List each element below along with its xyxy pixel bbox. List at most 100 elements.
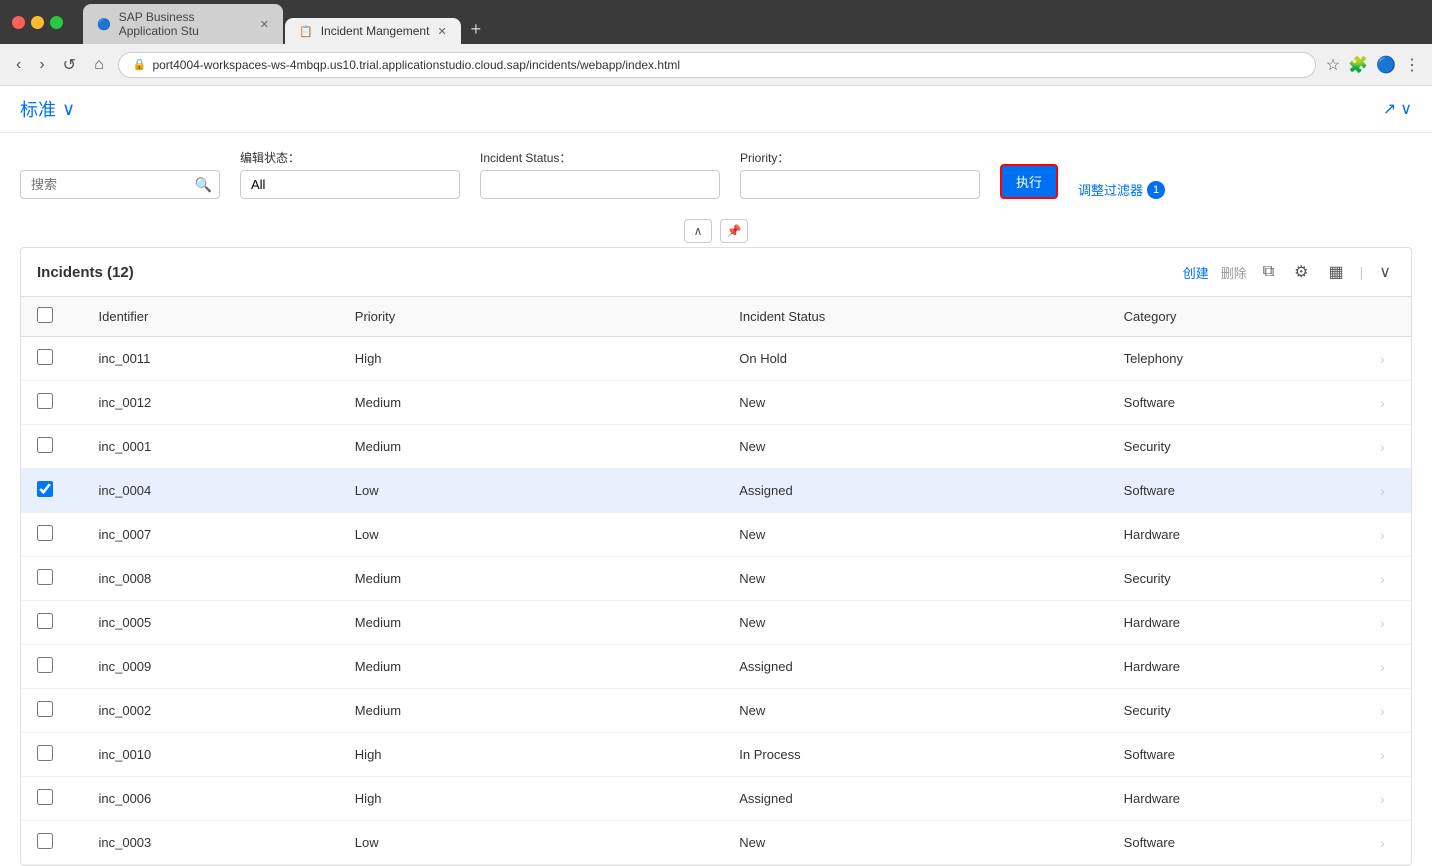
- reload-button[interactable]: ↺: [59, 51, 80, 79]
- browser-chrome: 🔵 SAP Business Application Stu ✕ 📋 Incid…: [0, 0, 1432, 44]
- edit-status-label: 编辑状态：: [240, 149, 460, 166]
- search-group: 🔍: [20, 170, 220, 199]
- col-header-priority: Priority: [339, 297, 723, 337]
- chevron-right-icon: ›: [1380, 527, 1385, 543]
- execute-button[interactable]: 执行: [1000, 164, 1058, 199]
- edit-status-select[interactable]: All Draft Published: [240, 170, 460, 199]
- new-tab-button[interactable]: +: [463, 15, 490, 44]
- row-priority: High: [339, 337, 723, 381]
- window-controls: [12, 16, 63, 29]
- table-title: Incidents (12): [37, 264, 134, 281]
- back-button[interactable]: ‹: [12, 52, 25, 78]
- top-bar: 标准 ∨ ↗ ∨: [0, 86, 1432, 133]
- extensions-icon[interactable]: 🧩: [1348, 55, 1368, 75]
- row-identifier: inc_0002: [83, 689, 339, 733]
- top-right-actions[interactable]: ↗ ∨: [1383, 99, 1412, 119]
- select-all-checkbox[interactable]: [37, 307, 53, 323]
- pin-button[interactable]: 📌: [720, 219, 748, 243]
- expand-icon-button[interactable]: ∨: [1375, 260, 1395, 284]
- row-category: Software: [1108, 733, 1364, 777]
- collapse-up-button[interactable]: ∧: [684, 219, 712, 243]
- grid-icon-button[interactable]: ▦: [1325, 260, 1348, 284]
- row-status: New: [723, 425, 1107, 469]
- table-row[interactable]: inc_0009 Medium Assigned Hardware ›: [21, 645, 1411, 689]
- row-checkbox[interactable]: [37, 701, 53, 717]
- row-checkbox[interactable]: [37, 481, 53, 497]
- row-category: Telephony: [1108, 337, 1364, 381]
- row-checkbox[interactable]: [37, 349, 53, 365]
- row-checkbox-cell: [21, 557, 83, 601]
- home-button[interactable]: ⌂: [90, 52, 108, 78]
- maximize-button[interactable]: [50, 16, 63, 29]
- tabs-bar: 🔵 SAP Business Application Stu ✕ 📋 Incid…: [83, 0, 1420, 44]
- table-row[interactable]: inc_0012 Medium New Software ›: [21, 381, 1411, 425]
- profile-icon[interactable]: 🔵: [1376, 55, 1396, 75]
- table-row[interactable]: inc_0011 High On Hold Telephony ›: [21, 337, 1411, 381]
- table-body: inc_0011 High On Hold Telephony › inc_00…: [21, 337, 1411, 865]
- row-priority: Low: [339, 469, 723, 513]
- table-row[interactable]: inc_0008 Medium New Security ›: [21, 557, 1411, 601]
- row-checkbox[interactable]: [37, 613, 53, 629]
- row-checkbox-cell: [21, 821, 83, 865]
- incident-status-select[interactable]: New Assigned On Hold In Process Resolved: [480, 170, 720, 199]
- row-priority: High: [339, 733, 723, 777]
- row-checkbox[interactable]: [37, 657, 53, 673]
- tab-incident-close[interactable]: ✕: [437, 25, 446, 38]
- app-title[interactable]: 标准 ∨: [20, 96, 75, 122]
- table-row[interactable]: inc_0005 Medium New Hardware ›: [21, 601, 1411, 645]
- table-row[interactable]: inc_0003 Low New Software ›: [21, 821, 1411, 865]
- chevron-right-icon: ›: [1380, 483, 1385, 499]
- table-head: Identifier Priority Incident Status Cate…: [21, 297, 1411, 337]
- row-category: Hardware: [1108, 645, 1364, 689]
- table-row[interactable]: inc_0002 Medium New Security ›: [21, 689, 1411, 733]
- row-identifier: inc_0007: [83, 513, 339, 557]
- row-priority: High: [339, 777, 723, 821]
- incident-status-group: Incident Status： New Assigned On Hold In…: [480, 149, 720, 199]
- forward-button[interactable]: ›: [35, 52, 48, 78]
- table-row[interactable]: inc_0004 Low Assigned Software ›: [21, 469, 1411, 513]
- row-priority: Low: [339, 821, 723, 865]
- row-priority: Medium: [339, 601, 723, 645]
- tab-incident-label: Incident Mangement: [321, 24, 430, 38]
- search-input[interactable]: [20, 170, 220, 199]
- table-row[interactable]: inc_0007 Low New Hardware ›: [21, 513, 1411, 557]
- col-header-category: Category: [1108, 297, 1364, 337]
- row-checkbox[interactable]: [37, 789, 53, 805]
- menu-icon[interactable]: ⋮: [1404, 55, 1420, 75]
- chevron-right-icon: ›: [1380, 747, 1385, 763]
- row-arrow: ›: [1364, 469, 1411, 513]
- copy-icon-button[interactable]: ⧉: [1259, 261, 1278, 283]
- row-checkbox[interactable]: [37, 569, 53, 585]
- adjust-filter-button[interactable]: 调整过滤器 1: [1078, 180, 1165, 199]
- table-row[interactable]: inc_0001 Medium New Security ›: [21, 425, 1411, 469]
- export-icon[interactable]: ↗: [1383, 99, 1396, 119]
- url-bar[interactable]: 🔒 port4004-workspaces-ws-4mbqp.us10.tria…: [118, 52, 1316, 78]
- minimize-button[interactable]: [31, 16, 44, 29]
- row-checkbox[interactable]: [37, 437, 53, 453]
- row-checkbox[interactable]: [37, 745, 53, 761]
- row-identifier: inc_0005: [83, 601, 339, 645]
- dropdown-icon[interactable]: ∨: [1400, 99, 1412, 119]
- row-status: On Hold: [723, 337, 1107, 381]
- row-arrow: ›: [1364, 601, 1411, 645]
- settings-icon-button[interactable]: ⚙: [1290, 260, 1312, 284]
- row-checkbox-cell: [21, 733, 83, 777]
- table-row[interactable]: inc_0006 High Assigned Hardware ›: [21, 777, 1411, 821]
- row-identifier: inc_0010: [83, 733, 339, 777]
- table-row[interactable]: inc_0010 High In Process Software ›: [21, 733, 1411, 777]
- row-checkbox-cell: [21, 645, 83, 689]
- row-checkbox[interactable]: [37, 833, 53, 849]
- create-button[interactable]: 创建: [1183, 263, 1209, 282]
- tab-sap-close[interactable]: ✕: [260, 18, 269, 31]
- row-checkbox[interactable]: [37, 525, 53, 541]
- row-status: New: [723, 821, 1107, 865]
- row-checkbox-cell: [21, 777, 83, 821]
- priority-select[interactable]: High Medium Low: [740, 170, 980, 199]
- tab-incident[interactable]: 📋 Incident Mangement ✕: [285, 18, 461, 44]
- delete-button[interactable]: 删除: [1221, 263, 1247, 282]
- row-priority: Medium: [339, 557, 723, 601]
- bookmark-icon[interactable]: ☆: [1326, 55, 1340, 75]
- close-button[interactable]: [12, 16, 25, 29]
- row-checkbox[interactable]: [37, 393, 53, 409]
- tab-sap[interactable]: 🔵 SAP Business Application Stu ✕: [83, 4, 283, 44]
